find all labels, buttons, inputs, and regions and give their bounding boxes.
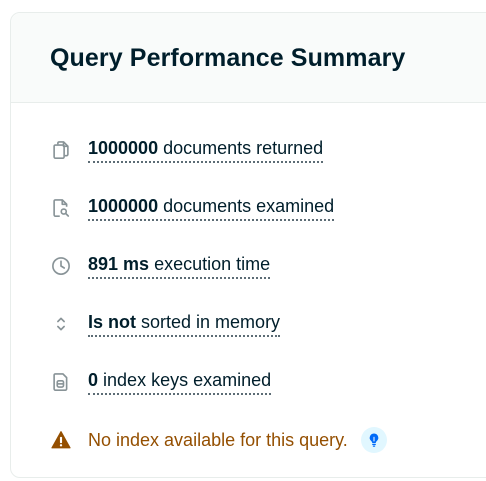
metric-label: documents examined	[163, 196, 335, 216]
metrics-list: 1000000 documents returned 1000000 docum…	[11, 103, 486, 469]
warning-text: No index available for this query.	[88, 430, 348, 450]
metric-value: Is not	[88, 312, 136, 332]
metric-documents-examined: 1000000 documents examined	[11, 179, 486, 237]
metric-label: documents returned	[163, 138, 324, 158]
sort-arrows-icon	[51, 314, 71, 334]
metric-text: 0 index keys examined	[88, 369, 272, 395]
card-header: Query Performance Summary	[11, 13, 486, 103]
copy-documents-icon	[51, 140, 71, 160]
metric-text: 891 ms execution time	[88, 253, 271, 279]
metric-value: 1000000	[88, 196, 159, 216]
metric-value: 1000000	[88, 138, 159, 158]
lightbulb-icon[interactable]	[360, 427, 387, 453]
card-title: Query Performance Summary	[50, 44, 406, 72]
metric-label: sorted in memory	[141, 312, 281, 332]
metric-label: index keys examined	[103, 370, 272, 390]
metric-label: execution time	[154, 254, 271, 274]
no-index-warning: No index available for this query.	[11, 411, 486, 469]
metric-text: Is not sorted in memory	[88, 311, 281, 337]
index-keys-icon	[51, 372, 71, 392]
metric-text: 1000000 documents examined	[88, 195, 335, 221]
metric-sorted-in-memory: Is not sorted in memory	[11, 295, 486, 353]
metric-index-keys-examined: 0 index keys examined	[11, 353, 486, 411]
document-search-icon	[51, 198, 71, 218]
metric-execution-time: 891 ms execution time	[11, 237, 486, 295]
warning-triangle-icon	[51, 430, 71, 450]
clock-icon	[51, 256, 71, 276]
metric-text: 1000000 documents returned	[88, 137, 324, 163]
metric-value: 891 ms	[88, 254, 150, 274]
metric-value: 0	[88, 370, 99, 390]
metric-documents-returned: 1000000 documents returned	[11, 121, 486, 179]
query-performance-summary-card: Query Performance Summary 1000000 docume…	[10, 12, 486, 478]
